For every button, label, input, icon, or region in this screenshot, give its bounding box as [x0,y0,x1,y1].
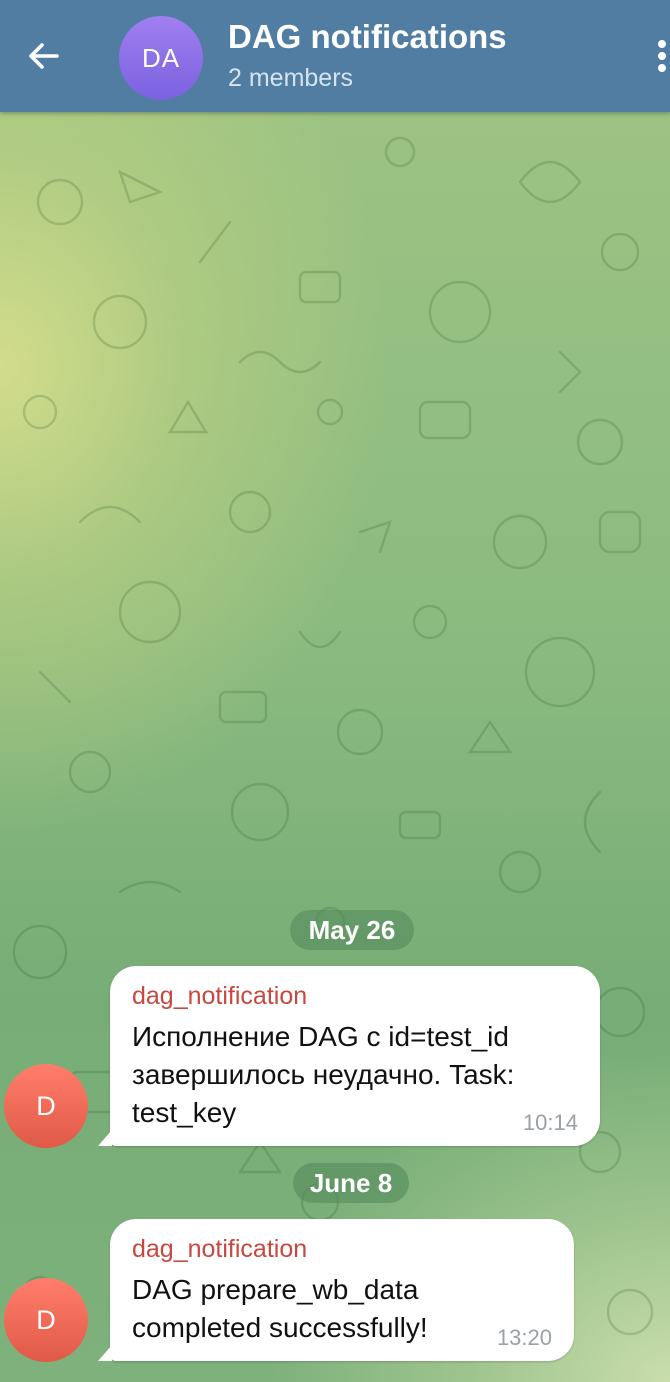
chat-title[interactable]: DAG notifications [228,18,507,56]
arrow-left-icon [29,43,59,69]
bubble-tail [98,1130,112,1146]
members-count: 2 members [228,64,354,92]
date-separator: May 26 [290,910,414,950]
sender-avatar[interactable]: D [4,1278,88,1362]
message-text: DAG prepare_wb_data completed successful… [132,1274,428,1343]
message-time: 10:14 [522,1110,578,1135]
more-menu-button[interactable] [648,30,670,82]
chat-background: May 26 D dag_notification Исполнение DAG… [0,112,670,1382]
bubble-tail [98,1345,112,1361]
message-text: Исполнение DAG с id=test_id завершилось … [132,1021,515,1128]
sender-name[interactable]: dag_notification [132,1235,307,1264]
sender-name[interactable]: dag_notification [132,982,307,1011]
chat-avatar[interactable]: DA [119,16,203,100]
sender-avatar[interactable]: D [4,1064,88,1148]
message-time: 13:20 [496,1325,552,1350]
date-separator: June 8 [293,1163,409,1203]
message-bubble[interactable]: dag_notification Исполнение DAG с id=tes… [98,966,600,1146]
chat-header: DA DAG notifications 2 members [0,0,670,112]
back-button[interactable] [14,26,74,86]
message-bubble[interactable]: dag_notification DAG prepare_wb_data com… [98,1219,574,1361]
